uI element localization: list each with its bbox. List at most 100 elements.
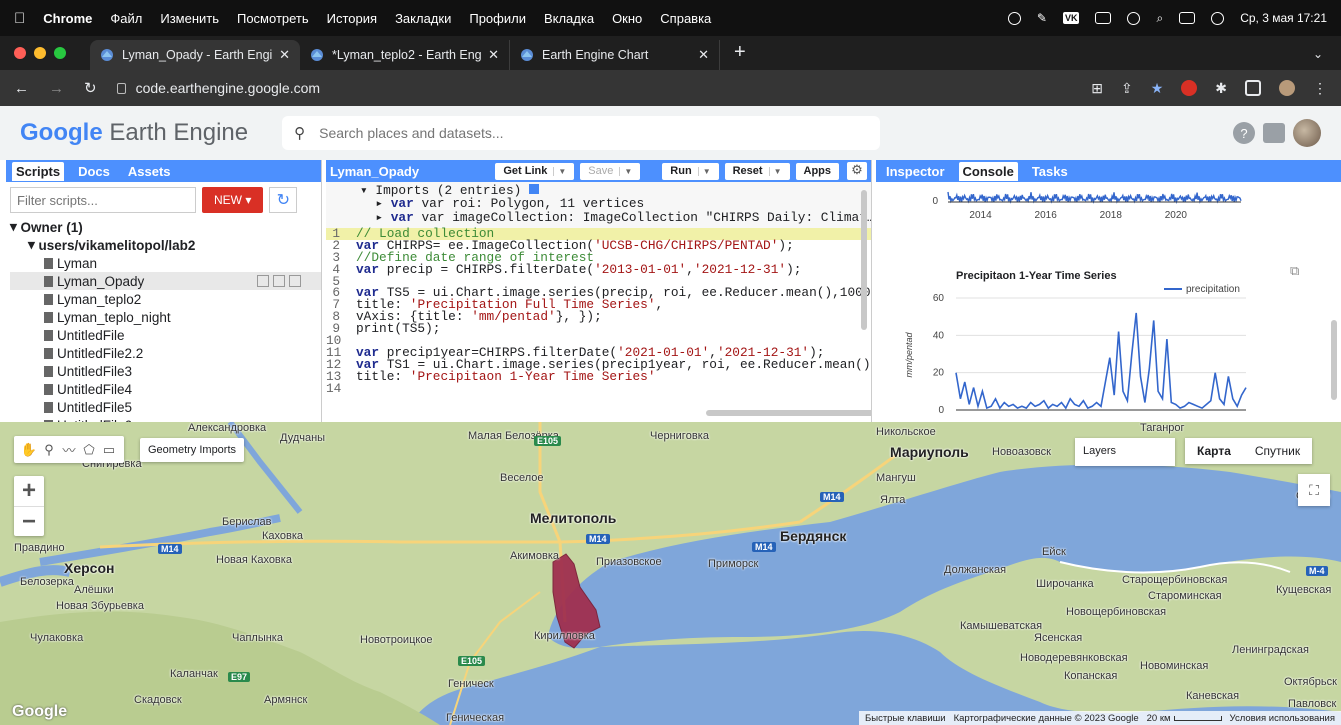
code-line[interactable]: 14 <box>326 382 871 395</box>
menu-help[interactable]: Справка <box>660 11 711 26</box>
chevron-down-icon[interactable]: ▼ <box>697 166 711 176</box>
script-file[interactable]: Lyman <box>10 254 321 272</box>
back-arrow-icon[interactable]: ← <box>14 80 29 97</box>
draw-polygon-icon[interactable]: ⬠ <box>80 442 98 458</box>
place-label[interactable]: Геническая <box>446 712 504 724</box>
script-file[interactable]: UntitledFile2.2 <box>10 344 321 362</box>
place-label[interactable]: Новоминская <box>1140 660 1208 672</box>
tab-docs[interactable]: Docs <box>74 162 114 181</box>
help-icon[interactable]: ? <box>1233 122 1255 144</box>
battery-icon[interactable] <box>1095 12 1112 24</box>
pan-hand-icon[interactable]: ✋ <box>20 442 38 458</box>
place-label[interactable]: Новодеревянковская <box>1020 652 1128 664</box>
place-label[interactable]: Новощербиновская <box>1066 606 1166 618</box>
forward-arrow-icon[interactable]: → <box>49 80 64 97</box>
place-label[interactable]: Веселое <box>500 472 543 484</box>
tab-tasks[interactable]: Tasks <box>1028 162 1072 181</box>
close-tab-icon[interactable]: ✕ <box>488 47 499 63</box>
share-icon[interactable]: ⇪ <box>1121 80 1133 97</box>
tab-assets[interactable]: Assets <box>124 162 175 181</box>
tab-earth-engine-chart[interactable]: Earth Engine Chart ✕ <box>510 40 720 70</box>
new-tab-button[interactable]: + <box>734 41 746 64</box>
tray-app-icon[interactable] <box>1007 11 1021 25</box>
filter-scripts-input[interactable] <box>10 187 196 213</box>
maximize-window-icon[interactable] <box>54 47 66 59</box>
place-label[interactable]: Чернигoвка <box>650 430 709 442</box>
code-line[interactable]: 4 var precip = CHIRPS.filterDate('2013-01… <box>326 263 871 276</box>
place-label[interactable]: Скадовск <box>134 694 182 706</box>
minimize-window-icon[interactable] <box>34 47 46 59</box>
draw-point-icon[interactable]: ⚲ <box>40 442 58 458</box>
place-label[interactable]: Мариуполь <box>890 444 969 460</box>
tab-lyman-opady[interactable]: Lyman_Opady - Earth Engine C ✕ <box>90 40 300 70</box>
new-script-button[interactable]: NEW ▾ <box>202 187 264 213</box>
place-label[interactable]: Должанская <box>944 564 1006 576</box>
map-type-satellite[interactable]: Спутник <box>1243 438 1312 464</box>
siri-icon[interactable] <box>1211 11 1225 25</box>
place-label[interactable]: Геническ <box>448 678 494 690</box>
feedback-icon[interactable] <box>1263 123 1285 143</box>
menu-tab[interactable]: Вкладка <box>544 11 594 26</box>
place-label[interactable]: Мангуш <box>876 472 916 484</box>
earth-engine-logo[interactable]: Google Earth Engine <box>20 119 248 147</box>
place-label[interactable]: Камышеватская <box>960 620 1042 632</box>
place-label[interactable]: Ширoчанка <box>1036 578 1094 590</box>
keyboard-shortcuts-link[interactable]: Быстрые клавиши <box>865 713 946 724</box>
clock[interactable]: Ср, 3 мая 17:21 <box>1240 11 1327 25</box>
place-label[interactable]: Ленинградская <box>1232 644 1309 656</box>
zoom-in-button[interactable]: + <box>14 476 44 506</box>
menu-bookmarks[interactable]: Закладки <box>395 11 451 26</box>
extensions-puzzle-icon[interactable]: ✱ <box>1215 80 1227 97</box>
tab-scripts[interactable]: Scripts <box>12 161 65 181</box>
place-label[interactable]: Таганрог <box>1140 422 1185 434</box>
close-tab-icon[interactable]: ✕ <box>279 47 290 63</box>
place-label[interactable]: Приморск <box>708 558 758 570</box>
place-label[interactable]: Бердянск <box>780 528 846 544</box>
place-label[interactable]: Ейск <box>1042 546 1066 558</box>
place-label[interactable]: Новоазовск <box>992 446 1051 458</box>
place-label[interactable]: Приазовское <box>596 556 662 568</box>
script-file[interactable]: UntitledFile3 <box>10 362 321 380</box>
apps-button[interactable]: Apps <box>795 162 839 180</box>
place-label[interactable]: Кирилловка <box>534 630 595 642</box>
tab-console[interactable]: Console <box>958 161 1018 181</box>
bookmark-star-icon[interactable]: ★ <box>1151 80 1164 97</box>
place-label[interactable]: Берислав <box>222 516 271 528</box>
script-file[interactable]: UntitledFile5 <box>10 398 321 416</box>
place-label[interactable]: Старощербиновская <box>1122 574 1227 586</box>
chevron-down-icon[interactable]: ▼ <box>553 166 566 176</box>
place-label[interactable]: Копанская <box>1064 670 1117 682</box>
show-code-icon[interactable] <box>529 184 539 194</box>
place-label[interactable]: Чулаковка <box>30 632 83 644</box>
address-bar[interactable]: code.earthengine.google.com <box>116 80 320 96</box>
save-button[interactable]: Save ▼ <box>580 162 641 180</box>
console-scrollbar[interactable] <box>1331 320 1337 400</box>
spotlight-search-icon[interactable]: ⌕ <box>1156 11 1163 26</box>
menu-file[interactable]: Файл <box>110 11 142 26</box>
repo-node[interactable]: ▾ users/vikamelitopol/lab2 <box>10 236 321 254</box>
side-panel-icon[interactable] <box>1245 80 1261 96</box>
tab-search-chevron-icon[interactable]: ⌄ <box>1313 47 1323 61</box>
menu-window[interactable]: Окно <box>612 11 642 26</box>
editor-vertical-scrollbar[interactable] <box>861 190 867 330</box>
reload-icon[interactable]: ↻ <box>84 79 97 97</box>
place-label[interactable]: Новотроицкое <box>360 634 433 646</box>
place-label[interactable]: Павловск <box>1288 698 1336 710</box>
place-label[interactable]: Каневская <box>1186 690 1239 702</box>
place-label[interactable]: Армянск <box>264 694 307 706</box>
search-input[interactable] <box>319 125 860 141</box>
place-label[interactable]: Чаплынка <box>232 632 283 644</box>
place-label[interactable]: Александровка <box>188 422 266 434</box>
tab-lyman-teplo2[interactable]: *Lyman_teplo2 - Earth Engine ✕ <box>300 40 510 70</box>
control-center-icon[interactable] <box>1179 12 1196 24</box>
draw-rectangle-icon[interactable]: ▭ <box>100 442 118 458</box>
extension-red-icon[interactable] <box>1181 80 1198 96</box>
place-label[interactable]: Ялта <box>880 494 905 506</box>
gear-icon[interactable]: ⚙ <box>847 162 867 180</box>
reset-button[interactable]: Reset ▼ <box>724 162 790 180</box>
vk-icon[interactable]: VK <box>1062 12 1080 24</box>
terms-link[interactable]: Условия использования <box>1230 713 1335 724</box>
app-menu-chrome[interactable]: Chrome <box>43 11 92 26</box>
script-file[interactable]: Lyman_teplo2 <box>10 290 321 308</box>
code-editor[interactable]: ▾ Imports (2 entries) ▸ var var roi: Pol… <box>326 182 871 394</box>
